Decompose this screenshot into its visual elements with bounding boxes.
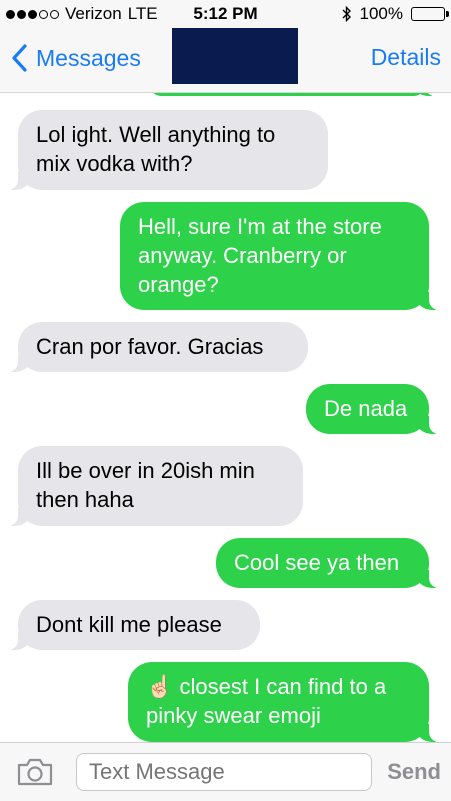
message-text: Cool see ya then xyxy=(234,550,400,575)
battery-icon xyxy=(411,7,449,21)
camera-icon[interactable] xyxy=(16,757,54,787)
message-thread[interactable]: Lol ight. Well anything to mix vodka wit… xyxy=(0,92,451,742)
chevron-left-icon xyxy=(12,44,27,72)
status-bar: Verizon LTE 5:12 PM 100% xyxy=(0,0,451,28)
message-input[interactable] xyxy=(76,753,372,791)
message-bubble-incoming: Dont kill me please xyxy=(4,600,260,650)
message-bubble-incoming: Cran por favor. Gracias xyxy=(4,322,308,372)
message-bubble-outgoing: Hell, sure I'm at the store anyway. Cran… xyxy=(120,202,443,310)
back-button-label: Messages xyxy=(36,44,141,71)
message-bubble-outgoing: Cool see ya then xyxy=(216,538,443,588)
message-composer: Send xyxy=(0,742,451,801)
bluetooth-icon xyxy=(342,6,351,22)
navigation-bar: Messages Details xyxy=(0,28,451,92)
message-text: ☝🏻 closest I can find to a pinky swear e… xyxy=(146,674,387,728)
message-bubble-incoming: Ill be over in 20ish min then haha xyxy=(4,446,303,526)
message-bubble-outgoing: De nada xyxy=(306,384,443,434)
message-bubble-incoming: Lol ight. Well anything to mix vodka wit… xyxy=(4,110,328,190)
back-button[interactable]: Messages xyxy=(8,42,141,74)
message-text: Lol ight. Well anything to mix vodka wit… xyxy=(36,122,276,176)
message-text: Ill be over in 20ish min then haha xyxy=(36,458,255,512)
send-button[interactable]: Send xyxy=(387,759,441,785)
message-text: Dont kill me please xyxy=(36,612,222,637)
top-bar: Verizon LTE 5:12 PM 100% Messages Detail… xyxy=(0,0,451,93)
battery-percent: 100% xyxy=(359,4,403,23)
contact-name-redacted xyxy=(172,28,298,84)
battery-info: 100% xyxy=(342,4,449,24)
message-text: De nada xyxy=(324,396,408,421)
message-text: Cran por favor. Gracias xyxy=(36,334,264,359)
details-button[interactable]: Details xyxy=(371,44,441,71)
message-bubble-outgoing: ☝🏻 closest I can find to a pinky swear e… xyxy=(128,662,443,742)
message-text: Hell, sure I'm at the store anyway. Cran… xyxy=(138,214,382,297)
